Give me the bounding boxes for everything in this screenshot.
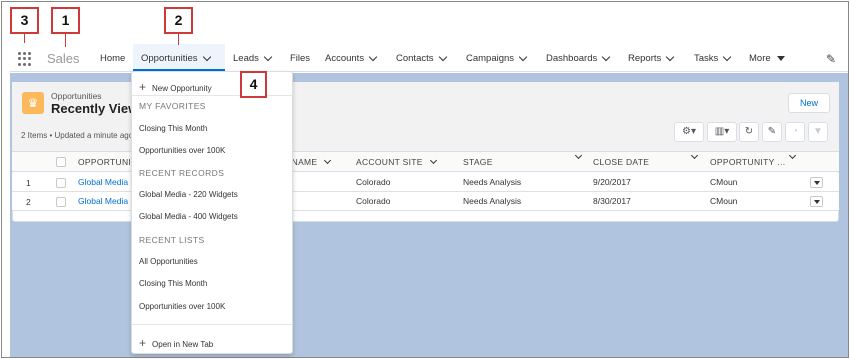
- list-status: 2 Items • Updated a minute ago: [21, 131, 134, 140]
- refresh-button[interactable]: ↻: [739, 122, 759, 142]
- new-opportunity-menu-item[interactable]: + New Opportunity: [139, 80, 212, 94]
- nav-item-opportunities[interactable]: Opportunities: [141, 52, 211, 64]
- display-as-button[interactable]: ▥▾: [707, 122, 737, 142]
- nav-item-tasks[interactable]: Tasks: [694, 52, 732, 64]
- crown-icon: ♛: [22, 92, 44, 114]
- nav-item-contacts[interactable]: Contacts: [396, 52, 447, 64]
- my-favorites-heading: MY FAVORITES: [139, 101, 206, 111]
- nav-item-reports[interactable]: Reports: [628, 52, 675, 64]
- recent-record-item[interactable]: Global Media - 400 Widgets: [139, 212, 238, 221]
- recent-lists-heading: RECENT LISTS: [139, 235, 205, 245]
- row-action-menu-button[interactable]: [810, 196, 823, 207]
- pencil-icon: ✎: [767, 126, 777, 137]
- chart-icon: ◔: [791, 126, 799, 137]
- chevron-down-icon[interactable]: [601, 52, 611, 61]
- gear-icon: ⚙▾: [682, 126, 696, 137]
- recent-list-item[interactable]: Opportunities over 100K: [139, 302, 225, 311]
- close-date-cell: 8/30/2017: [593, 196, 631, 206]
- object-label: Opportunities: [51, 91, 102, 101]
- owner-alias-cell: CMoun: [710, 177, 738, 187]
- nav-item-more[interactable]: More: [749, 53, 785, 64]
- row-checkbox[interactable]: [56, 178, 66, 188]
- new-button[interactable]: New: [788, 93, 830, 113]
- plus-icon: +: [139, 336, 147, 350]
- select-all-checkbox[interactable]: [56, 157, 66, 167]
- list-settings-button[interactable]: ⚙▾: [674, 122, 704, 142]
- caret-down-icon[interactable]: [776, 56, 785, 61]
- app-launcher-waffle-icon[interactable]: [18, 52, 32, 66]
- close-date-cell: 9/20/2017: [593, 177, 631, 187]
- column-sort-stage[interactable]: [574, 151, 583, 160]
- stage-cell: Needs Analysis: [463, 177, 522, 187]
- chevron-down-icon[interactable]: [202, 52, 211, 61]
- column-header-close-date[interactable]: CLOSE DATE: [593, 157, 649, 167]
- chevron-down-icon[interactable]: [438, 52, 447, 61]
- row-checkbox[interactable]: [56, 197, 66, 207]
- callout-badge-1: 1: [51, 7, 80, 34]
- nav-item-home[interactable]: Home: [100, 53, 125, 64]
- open-in-new-tab-menu-item[interactable]: + Open in New Tab: [139, 336, 213, 350]
- nav-item-accounts[interactable]: Accounts: [325, 52, 378, 64]
- account-site-cell: Colorado: [356, 196, 391, 206]
- nav-item-files[interactable]: Files: [290, 53, 310, 64]
- callout-badge-4: 4: [240, 71, 267, 98]
- chevron-down-icon[interactable]: [723, 52, 732, 61]
- filter-button[interactable]: ▼: [808, 122, 828, 142]
- menu-divider: [131, 324, 293, 325]
- favorite-item[interactable]: Opportunities over 100K: [139, 146, 225, 155]
- chevron-down-icon[interactable]: [518, 52, 528, 61]
- nav-item-leads[interactable]: Leads: [233, 52, 273, 64]
- column-header-stage[interactable]: STAGE: [463, 157, 493, 167]
- chevron-down-icon[interactable]: [666, 52, 675, 61]
- app-name: Sales: [47, 51, 80, 66]
- menu-divider: [131, 95, 293, 96]
- owner-alias-cell: CMoun: [710, 196, 738, 206]
- edit-list-button[interactable]: ✎: [762, 122, 782, 142]
- account-site-cell: Colorado: [356, 177, 391, 187]
- callout-badge-2: 2: [164, 7, 193, 34]
- column-header-owner-alias[interactable]: OPPORTUNITY OWNER ALIAS: [710, 157, 788, 167]
- callout-badge-3: 3: [10, 7, 39, 34]
- column-sort-owner-alias[interactable]: [788, 151, 797, 160]
- recent-list-item[interactable]: Closing This Month: [139, 279, 207, 288]
- recent-record-item[interactable]: Global Media - 220 Widgets: [139, 190, 238, 199]
- chevron-down-icon[interactable]: [324, 156, 332, 164]
- filter-icon: ▼: [813, 126, 823, 137]
- chevron-down-icon[interactable]: [368, 52, 378, 61]
- row-number: 2: [26, 197, 31, 207]
- callout-connector: [178, 33, 179, 45]
- row-number: 1: [26, 178, 31, 188]
- column-sort-close-date[interactable]: [690, 151, 699, 160]
- chevron-down-icon[interactable]: [263, 52, 273, 61]
- stage-cell: Needs Analysis: [463, 196, 522, 206]
- callout-connector: [65, 33, 66, 47]
- chevron-down-icon[interactable]: [429, 156, 437, 164]
- nav-item-campaigns[interactable]: Campaigns: [466, 52, 528, 64]
- charts-button[interactable]: ◔: [785, 122, 805, 142]
- plus-icon: +: [139, 80, 147, 94]
- table-icon: ▥▾: [714, 126, 730, 137]
- recent-list-item[interactable]: All Opportunities: [139, 257, 198, 266]
- nav-item-dashboards[interactable]: Dashboards: [546, 52, 611, 64]
- callout-connector: [24, 33, 25, 43]
- pencil-icon[interactable]: ✎: [826, 52, 836, 66]
- column-header-account-site[interactable]: ACCOUNT SITE: [356, 156, 437, 167]
- recent-records-heading: RECENT RECORDS: [139, 168, 225, 178]
- favorite-item[interactable]: Closing This Month: [139, 124, 207, 133]
- refresh-icon: ↻: [744, 126, 754, 137]
- row-action-menu-button[interactable]: [810, 177, 823, 188]
